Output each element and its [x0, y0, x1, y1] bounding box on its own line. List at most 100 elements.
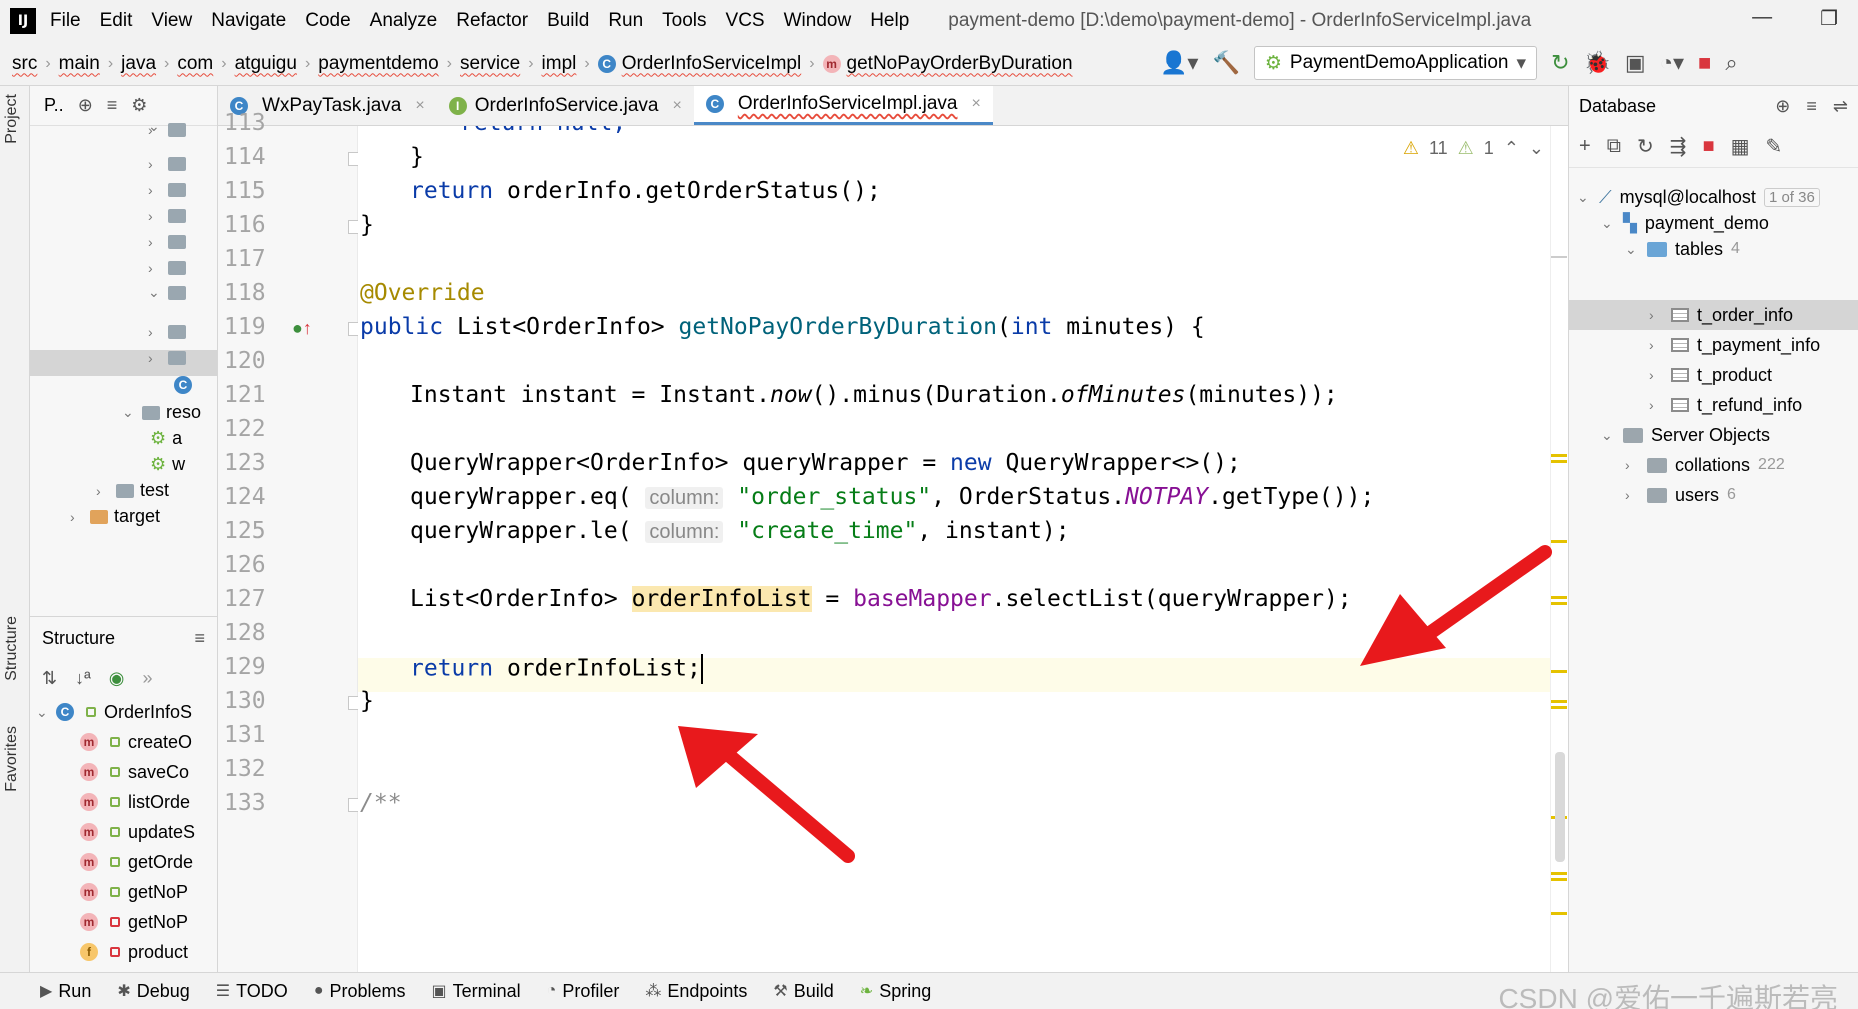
menu-window[interactable]: Window — [784, 10, 852, 32]
tree-node-test[interactable]: › test — [96, 480, 169, 501]
sort-by-visibility-icon[interactable]: ⇅ — [42, 668, 57, 689]
structure-member[interactable]: m saveCo — [30, 757, 217, 787]
breadcrumb-service[interactable]: service — [460, 53, 520, 75]
coverage-icon[interactable]: ▣ — [1625, 50, 1646, 76]
stripe-mark[interactable] — [1551, 602, 1567, 605]
menu-view[interactable]: View — [151, 10, 192, 32]
menu-help[interactable]: Help — [870, 10, 909, 32]
tree-node[interactable]: › — [148, 234, 186, 250]
endpoints-tool-button[interactable]: ⁂ Endpoints — [645, 981, 747, 1002]
stripe-mark[interactable] — [1551, 540, 1567, 543]
menu-code[interactable]: Code — [305, 10, 350, 32]
collapse-all-icon[interactable]: ≡ — [107, 95, 118, 116]
breadcrumb-class[interactable]: OrderInfoServiceImpl — [622, 53, 802, 75]
terminal-tool-button[interactable]: ▣ Terminal — [432, 981, 521, 1002]
breadcrumb-java[interactable]: java — [121, 53, 156, 75]
breadcrumb-method[interactable]: getNoPayOrderByDuration — [847, 53, 1073, 75]
debug-tool-button[interactable]: ✱ Debug — [117, 981, 189, 1002]
structure-member[interactable]: m getOrde — [30, 847, 217, 877]
structure-member[interactable]: m listOrde — [30, 787, 217, 817]
stripe-mark[interactable] — [1551, 700, 1567, 703]
previous-highlight-icon[interactable]: ⌃ — [1504, 138, 1519, 159]
db-table-t-payment-info[interactable]: › t_payment_info — [1649, 330, 1820, 360]
tree-node[interactable]: › — [148, 122, 186, 138]
tree-node[interactable]: › — [148, 156, 186, 172]
hammer-icon[interactable]: 🔨 — [1212, 50, 1239, 76]
run-tool-button[interactable]: ▶ Run — [40, 981, 91, 1002]
minimize-icon[interactable]: — — [1752, 6, 1772, 31]
stripe-mark[interactable] — [1551, 454, 1567, 457]
tree-node-target[interactable]: › target — [70, 506, 160, 527]
db-collations[interactable]: › collations 222 — [1625, 450, 1785, 480]
tree-node[interactable]: › — [148, 324, 186, 340]
stripe-mark[interactable] — [1551, 596, 1567, 599]
implements-method-icon[interactable]: ●↑ — [292, 318, 312, 339]
collapse-icon[interactable]: ≡ — [194, 628, 205, 649]
structure-member[interactable]: f product — [30, 937, 217, 967]
structure-member[interactable]: m createO — [30, 727, 217, 757]
structure-member[interactable]: m updateS — [30, 817, 217, 847]
menu-analyze[interactable]: Analyze — [370, 10, 438, 32]
tree-node-config-a[interactable]: ⚙ a — [150, 428, 182, 449]
close-icon[interactable]: × — [971, 95, 980, 113]
error-stripe[interactable] — [1550, 126, 1568, 972]
stripe-mark[interactable] — [1551, 460, 1567, 463]
debug-icon[interactable]: 🐞 — [1584, 50, 1611, 76]
locate-icon[interactable]: ⊕ — [1775, 96, 1790, 117]
db-table-t-refund-info[interactable]: › t_refund_info — [1649, 390, 1802, 420]
search-icon[interactable]: ⌕ — [1725, 50, 1737, 76]
db-table-t-product[interactable]: › t_product — [1649, 360, 1772, 390]
stripe-mark[interactable] — [1551, 878, 1567, 881]
tree-node-config-w[interactable]: ⚙ w — [150, 454, 185, 475]
breadcrumb-src[interactable]: src — [12, 53, 37, 75]
next-highlight-icon[interactable]: ⌄ — [1529, 138, 1544, 159]
settings-icon[interactable]: ⚙ — [131, 95, 147, 116]
schema-count-badge[interactable]: 1 of 36 — [1763, 187, 1820, 207]
stop-icon[interactable]: ■ — [1703, 135, 1715, 158]
tab-orderinfoservice[interactable]: I OrderInfoService.java × — [437, 86, 694, 125]
favorites-tool-tab[interactable]: Favorites — [3, 726, 21, 792]
breadcrumb-com[interactable]: com — [177, 53, 213, 75]
tab-orderinfoserviceimpl[interactable]: C OrderInfoServiceImpl.java × — [693, 86, 993, 125]
editor-gutter[interactable]: 113 114 115 116 117 118 119 120 121 122 … — [218, 110, 360, 972]
edit-icon[interactable]: ✎ — [1766, 134, 1783, 159]
show-inherited-icon[interactable]: ◉ — [109, 668, 125, 689]
expand-icon[interactable]: ⇌ — [1833, 96, 1848, 117]
spring-tool-button[interactable]: ❧ Spring — [860, 981, 931, 1002]
structure-tool-tab[interactable]: Structure — [3, 616, 21, 681]
copy-icon[interactable]: ⧉ — [1607, 135, 1621, 158]
user-icon[interactable]: 👤▾ — [1160, 50, 1198, 76]
project-tool-tab[interactable]: Project — [3, 94, 21, 144]
stripe-mark[interactable] — [1551, 670, 1567, 673]
profiler-tool-button[interactable]: ◔ Profiler — [547, 981, 620, 1002]
code-editor[interactable]: ⚠ 11 ⚠ 1 ⌃ ⌄ return null; } return orderIn… — [358, 126, 1550, 972]
table-view-icon[interactable]: ▦ — [1731, 134, 1750, 159]
sort-alphabetically-icon[interactable]: ↓ª — [75, 668, 91, 689]
rerun-icon[interactable]: ↻ — [1551, 50, 1569, 76]
tree-node[interactable]: › — [148, 182, 186, 198]
breadcrumb-atguigu[interactable]: atguigu — [235, 53, 297, 75]
breadcrumb-paymentdemo[interactable]: paymentdemo — [318, 53, 438, 75]
menu-run[interactable]: Run — [608, 10, 643, 32]
tree-node[interactable]: C — [174, 376, 198, 394]
refresh-icon[interactable]: ↻ — [1637, 134, 1654, 159]
db-tables-folder[interactable]: ⌄ tables 4 — [1625, 234, 1740, 264]
build-tool-button[interactable]: ⚒ Build — [773, 981, 833, 1002]
stripe-mark[interactable] — [1551, 706, 1567, 709]
structure-root[interactable]: ⌄ C OrderInfoS — [30, 697, 217, 727]
add-icon[interactable]: + — [1579, 135, 1591, 158]
profiler-icon[interactable]: ◔▾ — [1660, 50, 1684, 76]
project-view-selector[interactable]: P.. — [44, 95, 64, 116]
menu-build[interactable]: Build — [547, 10, 589, 32]
tree-node[interactable]: › — [148, 350, 186, 366]
stripe-mark[interactable] — [1551, 872, 1567, 875]
menu-vcs[interactable]: VCS — [726, 10, 765, 32]
structure-member[interactable]: m getNoP — [30, 877, 217, 907]
close-icon[interactable]: × — [672, 97, 681, 115]
tree-node[interactable]: ⌄ — [148, 284, 186, 301]
editor-scrollbar-thumb[interactable] — [1555, 752, 1565, 862]
menu-tools[interactable]: Tools — [662, 10, 706, 32]
schema-filter-icon[interactable]: ⇶ — [1670, 134, 1687, 159]
restore-icon[interactable]: ❐ — [1820, 6, 1838, 31]
db-server-objects[interactable]: ⌄ Server Objects — [1601, 420, 1770, 450]
